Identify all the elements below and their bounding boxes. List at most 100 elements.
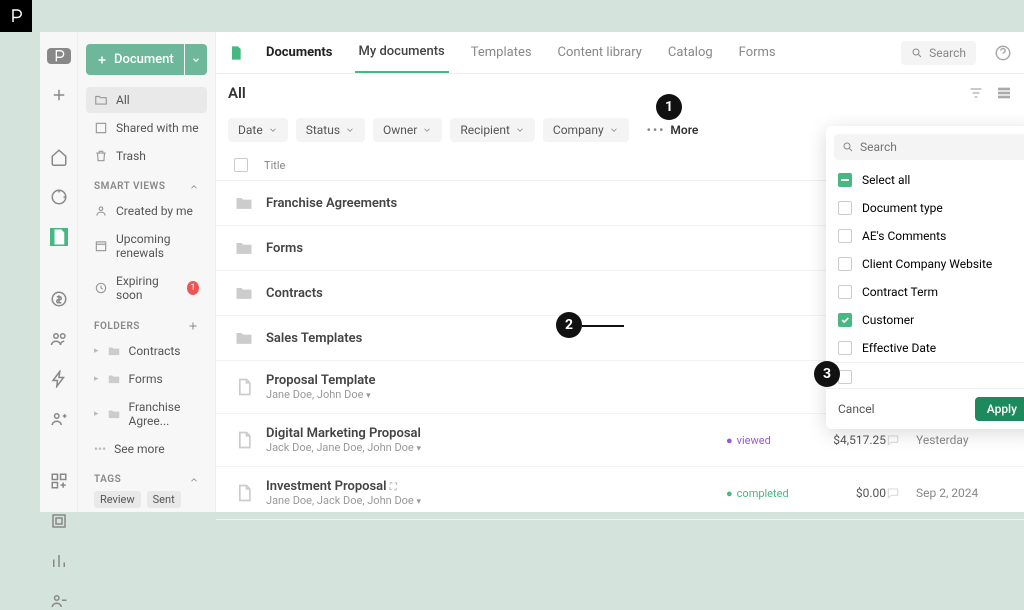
new-document-caret[interactable] xyxy=(185,44,207,75)
checkbox[interactable] xyxy=(838,257,852,271)
global-search[interactable]: Search xyxy=(901,41,976,65)
sidebar-item-label: All xyxy=(116,93,130,107)
team-icon[interactable] xyxy=(50,410,68,428)
row-chat-icon[interactable] xyxy=(886,486,916,500)
library-icon[interactable] xyxy=(50,512,68,530)
icon-rail xyxy=(40,32,78,512)
filter-more[interactable]: •••More xyxy=(637,118,709,142)
callout-3: 3 xyxy=(814,361,840,387)
row-title: Sales Templates xyxy=(266,331,726,346)
row-title: Forms xyxy=(266,241,726,256)
tab-catalog[interactable]: Catalog xyxy=(664,33,717,72)
tag-sent[interactable]: Sent xyxy=(147,491,181,508)
apps-icon[interactable] xyxy=(50,472,68,490)
select-all-checkbox[interactable] xyxy=(234,158,248,172)
sidebar-item-trash[interactable]: Trash xyxy=(86,143,207,169)
tab-documents[interactable]: Documents xyxy=(262,33,337,72)
sidebar-folder-franchise[interactable]: ▸Franchise Agree... xyxy=(86,394,207,434)
popover-select-all[interactable]: Select all xyxy=(826,166,1024,194)
popover-search[interactable] xyxy=(834,134,1024,160)
home-icon[interactable] xyxy=(50,148,68,166)
sidebar-item-expiring[interactable]: Expiring soon1 xyxy=(86,268,207,308)
sidebar-item-label: Created by me xyxy=(116,204,193,218)
smart-views-header[interactable]: SMART VIEWS xyxy=(86,171,207,198)
reports-icon[interactable] xyxy=(50,552,68,570)
sidebar-item-created-by-me[interactable]: Created by me xyxy=(86,198,207,224)
tab-content-library[interactable]: Content library xyxy=(554,33,646,72)
checkbox[interactable] xyxy=(838,313,852,327)
row-subtitle: Jane Doe, Jack Doe, John Doe ▾ xyxy=(266,494,726,507)
brand-badge xyxy=(0,0,32,32)
brand-logo[interactable] xyxy=(47,48,71,64)
sidebar-item-shared[interactable]: Shared with me xyxy=(86,115,207,141)
sidebar-item-label: See more xyxy=(114,442,165,456)
popover-search-input[interactable] xyxy=(860,140,1024,154)
filter-recipient[interactable]: Recipient xyxy=(450,118,535,142)
shared-icon xyxy=(94,121,108,135)
table-row[interactable]: Investment Proposal ⛶ Jane Doe, Jack Doe… xyxy=(216,467,1024,520)
popover-item[interactable]: Document type xyxy=(826,194,1024,222)
documents-rail-icon[interactable] xyxy=(50,228,68,246)
help-icon[interactable] xyxy=(994,44,1012,62)
row-status: viewed xyxy=(726,434,816,447)
target-icon[interactable] xyxy=(50,188,68,206)
sidebar: Document All Shared with me Trash SMART … xyxy=(78,32,216,512)
filter-company[interactable]: Company xyxy=(543,118,629,142)
tab-my-documents[interactable]: My documents xyxy=(355,32,449,73)
sidebar-folder-contracts[interactable]: ▸Contracts xyxy=(86,338,207,364)
more-filters-popover: Select all Document type AE's Comments Cli… xyxy=(826,126,1024,429)
select-all-checkbox[interactable] xyxy=(838,173,852,187)
folder-icon xyxy=(107,344,121,358)
grid-view-icon[interactable] xyxy=(996,85,1012,101)
sidebar-item-label: Forms xyxy=(129,372,163,386)
popover-item[interactable]: Customer xyxy=(826,306,1024,334)
cancel-button[interactable]: Cancel xyxy=(838,402,875,416)
filter-icon[interactable] xyxy=(968,85,984,101)
bolt-icon[interactable] xyxy=(50,370,68,388)
dollar-icon[interactable] xyxy=(50,290,68,308)
new-document-label: Document xyxy=(114,52,174,67)
filter-date[interactable]: Date xyxy=(228,118,288,142)
row-chat-icon[interactable] xyxy=(886,433,916,447)
plus-icon[interactable] xyxy=(187,320,199,332)
apply-button[interactable]: Apply xyxy=(975,397,1024,421)
main-content: Documents My documents Templates Content… xyxy=(216,32,1024,512)
document-icon xyxy=(234,430,254,450)
chevron-up-icon xyxy=(189,475,199,485)
popover-item[interactable]: Contract Term xyxy=(826,278,1024,306)
new-document-button[interactable]: Document xyxy=(86,44,184,75)
tab-forms[interactable]: Forms xyxy=(735,33,780,72)
callout-2-line xyxy=(582,325,624,327)
new-icon[interactable] xyxy=(50,86,68,104)
tags-header[interactable]: TAGS xyxy=(86,464,207,491)
checkbox[interactable] xyxy=(838,201,852,215)
checkbox[interactable] xyxy=(838,285,852,299)
tag-review[interactable]: Review xyxy=(94,491,141,508)
checkbox[interactable] xyxy=(838,370,852,384)
remove-user-icon[interactable] xyxy=(50,592,68,610)
folder-icon xyxy=(94,93,108,107)
checkbox[interactable] xyxy=(838,229,852,243)
filter-owner[interactable]: Owner xyxy=(373,118,442,142)
column-title[interactable]: Title xyxy=(264,159,726,172)
popover-item[interactable]: AE's Comments xyxy=(826,222,1024,250)
sidebar-folder-forms[interactable]: ▸Forms xyxy=(86,366,207,392)
row-subtitle: Jack Doe, Jane Doe, John Doe ▾ xyxy=(266,441,726,454)
row-modified: Sep 2, 2024 xyxy=(916,486,1006,500)
sidebar-see-more[interactable]: •••See more xyxy=(86,436,207,462)
folders-header[interactable]: FOLDERS xyxy=(86,310,207,338)
sidebar-item-all[interactable]: All xyxy=(86,87,207,113)
folder-icon xyxy=(234,193,254,213)
sidebar-item-label: Upcoming renewals xyxy=(116,232,199,260)
app-shell: Document All Shared with me Trash SMART … xyxy=(40,32,1024,512)
tab-templates[interactable]: Templates xyxy=(467,33,536,72)
contacts-icon[interactable] xyxy=(50,330,68,348)
filter-status[interactable]: Status xyxy=(296,118,365,142)
document-icon xyxy=(234,377,254,397)
top-nav: Documents My documents Templates Content… xyxy=(216,32,1024,74)
popover-item[interactable]: Client Company Website xyxy=(826,250,1024,278)
popover-item[interactable]: Effective Date xyxy=(826,334,1024,362)
popover-item-label: AE's Comments xyxy=(862,229,946,243)
checkbox[interactable] xyxy=(838,341,852,355)
sidebar-item-upcoming[interactable]: Upcoming renewals xyxy=(86,226,207,266)
